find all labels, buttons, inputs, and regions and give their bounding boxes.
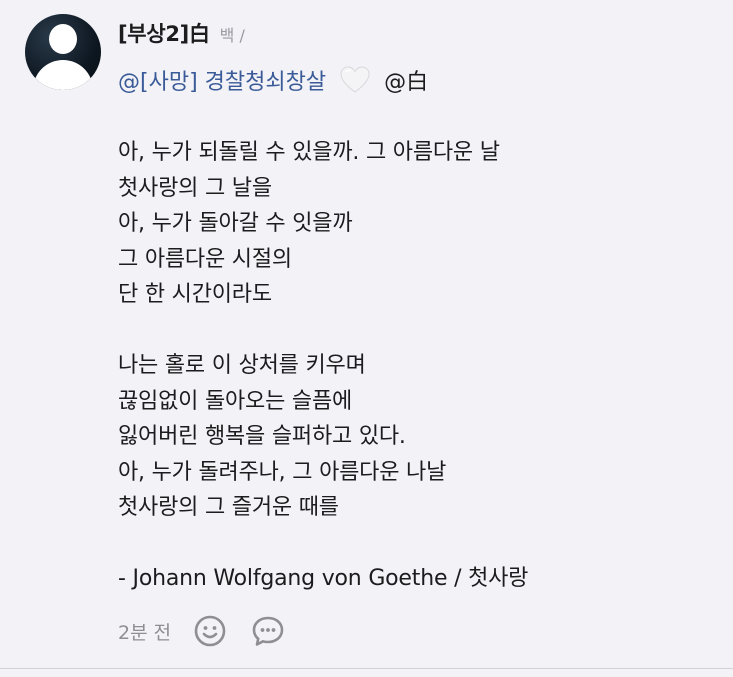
author-subtitle: 백 /: [219, 26, 245, 45]
mention-tail[interactable]: @白: [384, 64, 428, 96]
author-row: [부상2]白 백 /: [118, 18, 245, 48]
post-divider: [0, 668, 733, 669]
post-footer: 2분 전: [118, 614, 285, 648]
post-body-text: 아, 누가 되돌릴 수 있을까. 그 아름다운 날 첫사랑의 그 날을 아, 누…: [118, 140, 529, 591]
avatar-head-shape: [49, 24, 77, 54]
smiley-icon[interactable]: [193, 614, 227, 648]
avatar-body-shape: [33, 60, 93, 90]
author-name[interactable]: [부상2]白: [118, 18, 210, 48]
post-timestamp: 2분 전: [118, 621, 172, 644]
post-card: [부상2]白 백 / @[사망] 경찰청쇠창살 @白 아, 누가 되돌릴 수 있…: [0, 0, 733, 677]
avatar[interactable]: [25, 14, 101, 90]
white-heart-icon: [340, 66, 370, 94]
mention-row: @[사망] 경찰청쇠창살 @白: [118, 64, 428, 96]
mention-link[interactable]: @[사망] 경찰청쇠창살: [118, 64, 326, 96]
speech-bubble-icon[interactable]: [251, 614, 285, 648]
